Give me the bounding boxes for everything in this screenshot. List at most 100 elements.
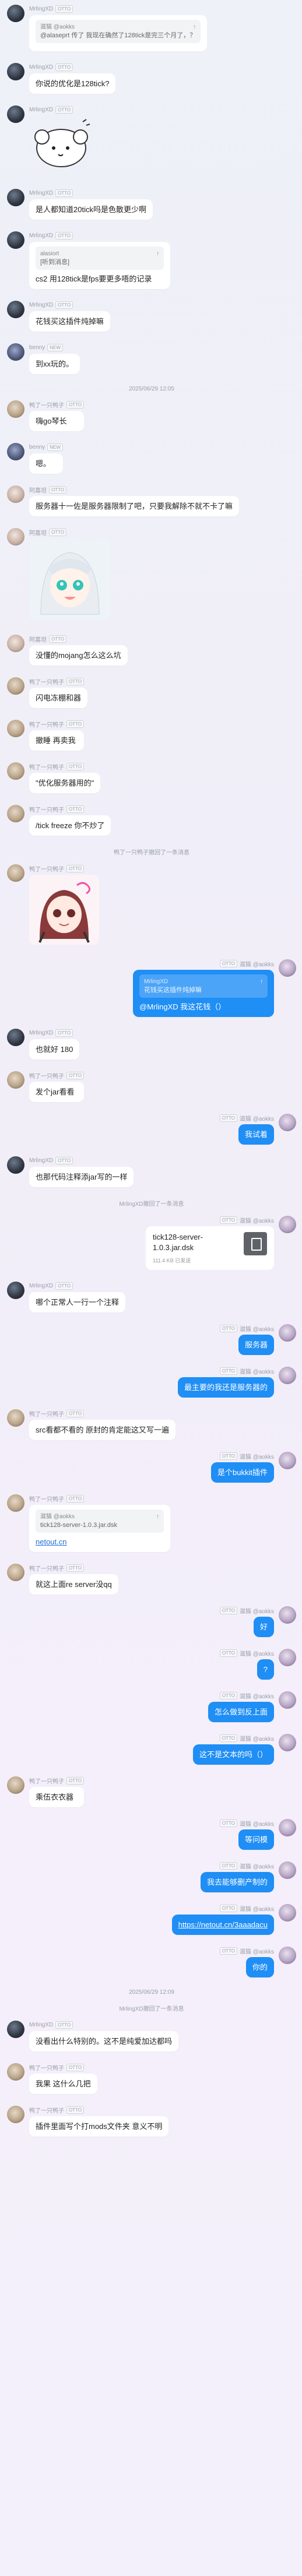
message-bubble[interactable]: 是人都知道20tick吗是色散更少啊 — [29, 199, 153, 220]
message-bubble[interactable]: 也就好 180 — [29, 1039, 80, 1060]
avatar[interactable] — [279, 1904, 296, 1922]
avatar[interactable] — [7, 5, 24, 22]
sender-name[interactable]: 阿嘉坦 — [29, 485, 47, 494]
quoted-message[interactable]: 滋猫 @aokks @alaseprt 传了 我现在确然了128tick是完三个月… — [36, 20, 201, 43]
avatar[interactable] — [7, 2063, 24, 2081]
message-bubble[interactable]: 等问模 — [238, 1829, 274, 1850]
message-bubble[interactable]: 没懂的mojang怎么这么坑 — [29, 645, 128, 666]
message-bubble[interactable]: 花钱买这插件炖掉嘛 — [29, 311, 111, 332]
avatar[interactable] — [7, 635, 24, 652]
sender-name[interactable]: 鸭了一只鸭子 — [29, 762, 64, 771]
sender-name[interactable]: 鸭了一只鸭子 — [29, 1409, 64, 1418]
avatar[interactable] — [7, 720, 24, 737]
sender-name[interactable]: MrlingXD — [29, 302, 53, 308]
message-bubble[interactable]: /tick freeze 你不炒了 — [29, 815, 111, 836]
message-bubble[interactable]: 怎么做到反上面 — [208, 1702, 274, 1722]
message-link[interactable]: netout.cn — [36, 1537, 67, 1546]
avatar[interactable] — [7, 1071, 24, 1089]
message-bubble[interactable]: 服务器 — [238, 1335, 274, 1355]
avatar[interactable] — [7, 677, 24, 695]
message-bubble[interactable]: 最主要的我还是服务器的 — [177, 1377, 274, 1398]
message-bubble[interactable]: 滋猫 @aokks @alaseprt 传了 我现在确然了128tick是完三个月… — [29, 15, 208, 51]
avatar[interactable] — [279, 1734, 296, 1751]
message-bubble[interactable]: 撤睡 再卖我 — [29, 730, 85, 751]
message-bubble[interactable]: "优化服务器用的" — [29, 773, 101, 793]
message-bubble[interactable]: 滋猫 @aokks tick128-server-1.0.3.jar.dsk ↑ ne… — [29, 1505, 170, 1552]
avatar[interactable] — [279, 1367, 296, 1384]
avatar[interactable] — [279, 1691, 296, 1709]
sender-name[interactable]: 滋猫 @aokks — [240, 1691, 274, 1700]
jump-to-quote-icon[interactable]: ↑ — [260, 977, 263, 986]
avatar[interactable] — [279, 1606, 296, 1624]
message-link[interactable]: https://netout.cn/3aaadacu — [178, 1920, 268, 1929]
message-bubble[interactable]: 你说的优化是128tick? — [29, 73, 116, 94]
message-bubble[interactable]: 也那代码注释添jar写的一样 — [29, 1167, 134, 1187]
avatar[interactable] — [7, 1494, 24, 1512]
avatar[interactable] — [7, 301, 24, 318]
sender-name[interactable]: 鸭了一只鸭子 — [29, 2106, 64, 2114]
sender-name[interactable]: MrlingXD — [29, 6, 53, 12]
sender-name[interactable]: 鸭了一只鸭子 — [29, 1494, 64, 1503]
avatar[interactable] — [7, 1282, 24, 1299]
message-bubble[interactable]: 嗯。 — [29, 453, 63, 474]
file-card[interactable]: tick128-server-1.0.3.jar.dsk 111.4 KB 已发送 — [146, 1226, 274, 1270]
message-bubble[interactable]: src看都不看的 原封的肯定能这又写一遍 — [29, 1420, 175, 1440]
avatar[interactable] — [279, 1649, 296, 1666]
avatar[interactable] — [7, 1776, 24, 1794]
sender-name[interactable]: 滋猫 @aokks — [240, 1114, 274, 1122]
message-bubble[interactable]: 插件里面写个打mods文件夹 意义不明 — [29, 2116, 169, 2137]
sender-name[interactable]: 鸭了一只鸭子 — [29, 1564, 64, 1572]
avatar[interactable] — [7, 1029, 24, 1046]
avatar[interactable] — [7, 343, 24, 361]
avatar[interactable] — [7, 63, 24, 80]
sender-name[interactable]: MrlingXD — [29, 190, 53, 196]
avatar[interactable] — [7, 528, 24, 546]
avatar[interactable] — [7, 864, 24, 882]
message-bubble[interactable]: https://netout.cn/3aaadacu — [171, 1915, 274, 1935]
sender-name[interactable]: 鸭了一只鸭子 — [29, 2063, 64, 2072]
avatar[interactable] — [7, 443, 24, 460]
sticker-image[interactable] — [29, 875, 99, 948]
avatar[interactable] — [279, 1452, 296, 1469]
avatar[interactable] — [7, 805, 24, 822]
message-bubble[interactable]: alasiort [听到消息] ↑ cs2 用128tick是fps要更多唔的记录 — [29, 242, 170, 289]
avatar[interactable] — [7, 1409, 24, 1427]
sender-name[interactable]: 滋猫 @aokks — [240, 959, 274, 968]
sender-name[interactable]: 滋猫 @aokks — [240, 1367, 274, 1375]
sender-name[interactable]: 滋猫 @aokks — [240, 1216, 274, 1224]
sender-name[interactable]: 鸭了一只鸭子 — [29, 400, 64, 409]
avatar[interactable] — [7, 2106, 24, 2123]
jump-to-quote-icon[interactable]: ↑ — [193, 23, 196, 31]
message-bubble[interactable]: 我试着 — [238, 1124, 274, 1145]
avatar[interactable] — [7, 485, 24, 503]
sender-name[interactable]: 滋猫 @aokks — [240, 1904, 274, 1913]
message-bubble[interactable]: 闪电冻棚和器 — [29, 688, 88, 708]
avatar[interactable] — [279, 1947, 296, 1964]
sender-name[interactable]: 滋猫 @aokks — [240, 1819, 274, 1828]
quoted-message[interactable]: alasiort [听到消息] ↑ — [36, 247, 164, 270]
sender-name[interactable]: 鸭了一只鸭子 — [29, 1071, 64, 1080]
avatar[interactable] — [7, 105, 24, 123]
sender-name[interactable]: MrlingXD — [29, 107, 53, 113]
sender-name[interactable]: 阿嘉坦 — [29, 635, 47, 643]
message-bubble[interactable]: 这不是文本的吗（） — [192, 1744, 274, 1765]
avatar[interactable] — [279, 1819, 296, 1836]
avatar[interactable] — [7, 1564, 24, 1581]
avatar[interactable] — [7, 2021, 24, 2038]
sender-name[interactable]: 滋猫 @aokks — [240, 1649, 274, 1657]
sender-name[interactable]: 鸭了一只鸭子 — [29, 1776, 64, 1785]
sticker-image[interactable] — [29, 539, 111, 623]
jump-to-quote-icon[interactable]: ↑ — [156, 249, 159, 258]
message-bubble[interactable]: 你的 — [245, 1957, 274, 1977]
sender-name[interactable]: MrlingXD — [29, 1157, 53, 1164]
avatar[interactable] — [279, 1114, 296, 1131]
sender-name[interactable]: 滋猫 @aokks — [240, 1324, 274, 1333]
sender-name[interactable]: MrlingXD — [29, 64, 53, 71]
avatar[interactable] — [279, 959, 296, 977]
message-bubble[interactable]: 发个jar看看 — [29, 1082, 85, 1102]
message-bubble[interactable]: 我去能够删产制的 — [200, 1872, 274, 1892]
message-bubble[interactable]: ? — [257, 1659, 274, 1680]
sender-name[interactable]: 滋猫 @aokks — [240, 1861, 274, 1870]
message-bubble[interactable]: 没看出什么特别的。这不是纯爱加达都吗 — [29, 2031, 179, 2051]
avatar[interactable] — [7, 1156, 24, 1174]
